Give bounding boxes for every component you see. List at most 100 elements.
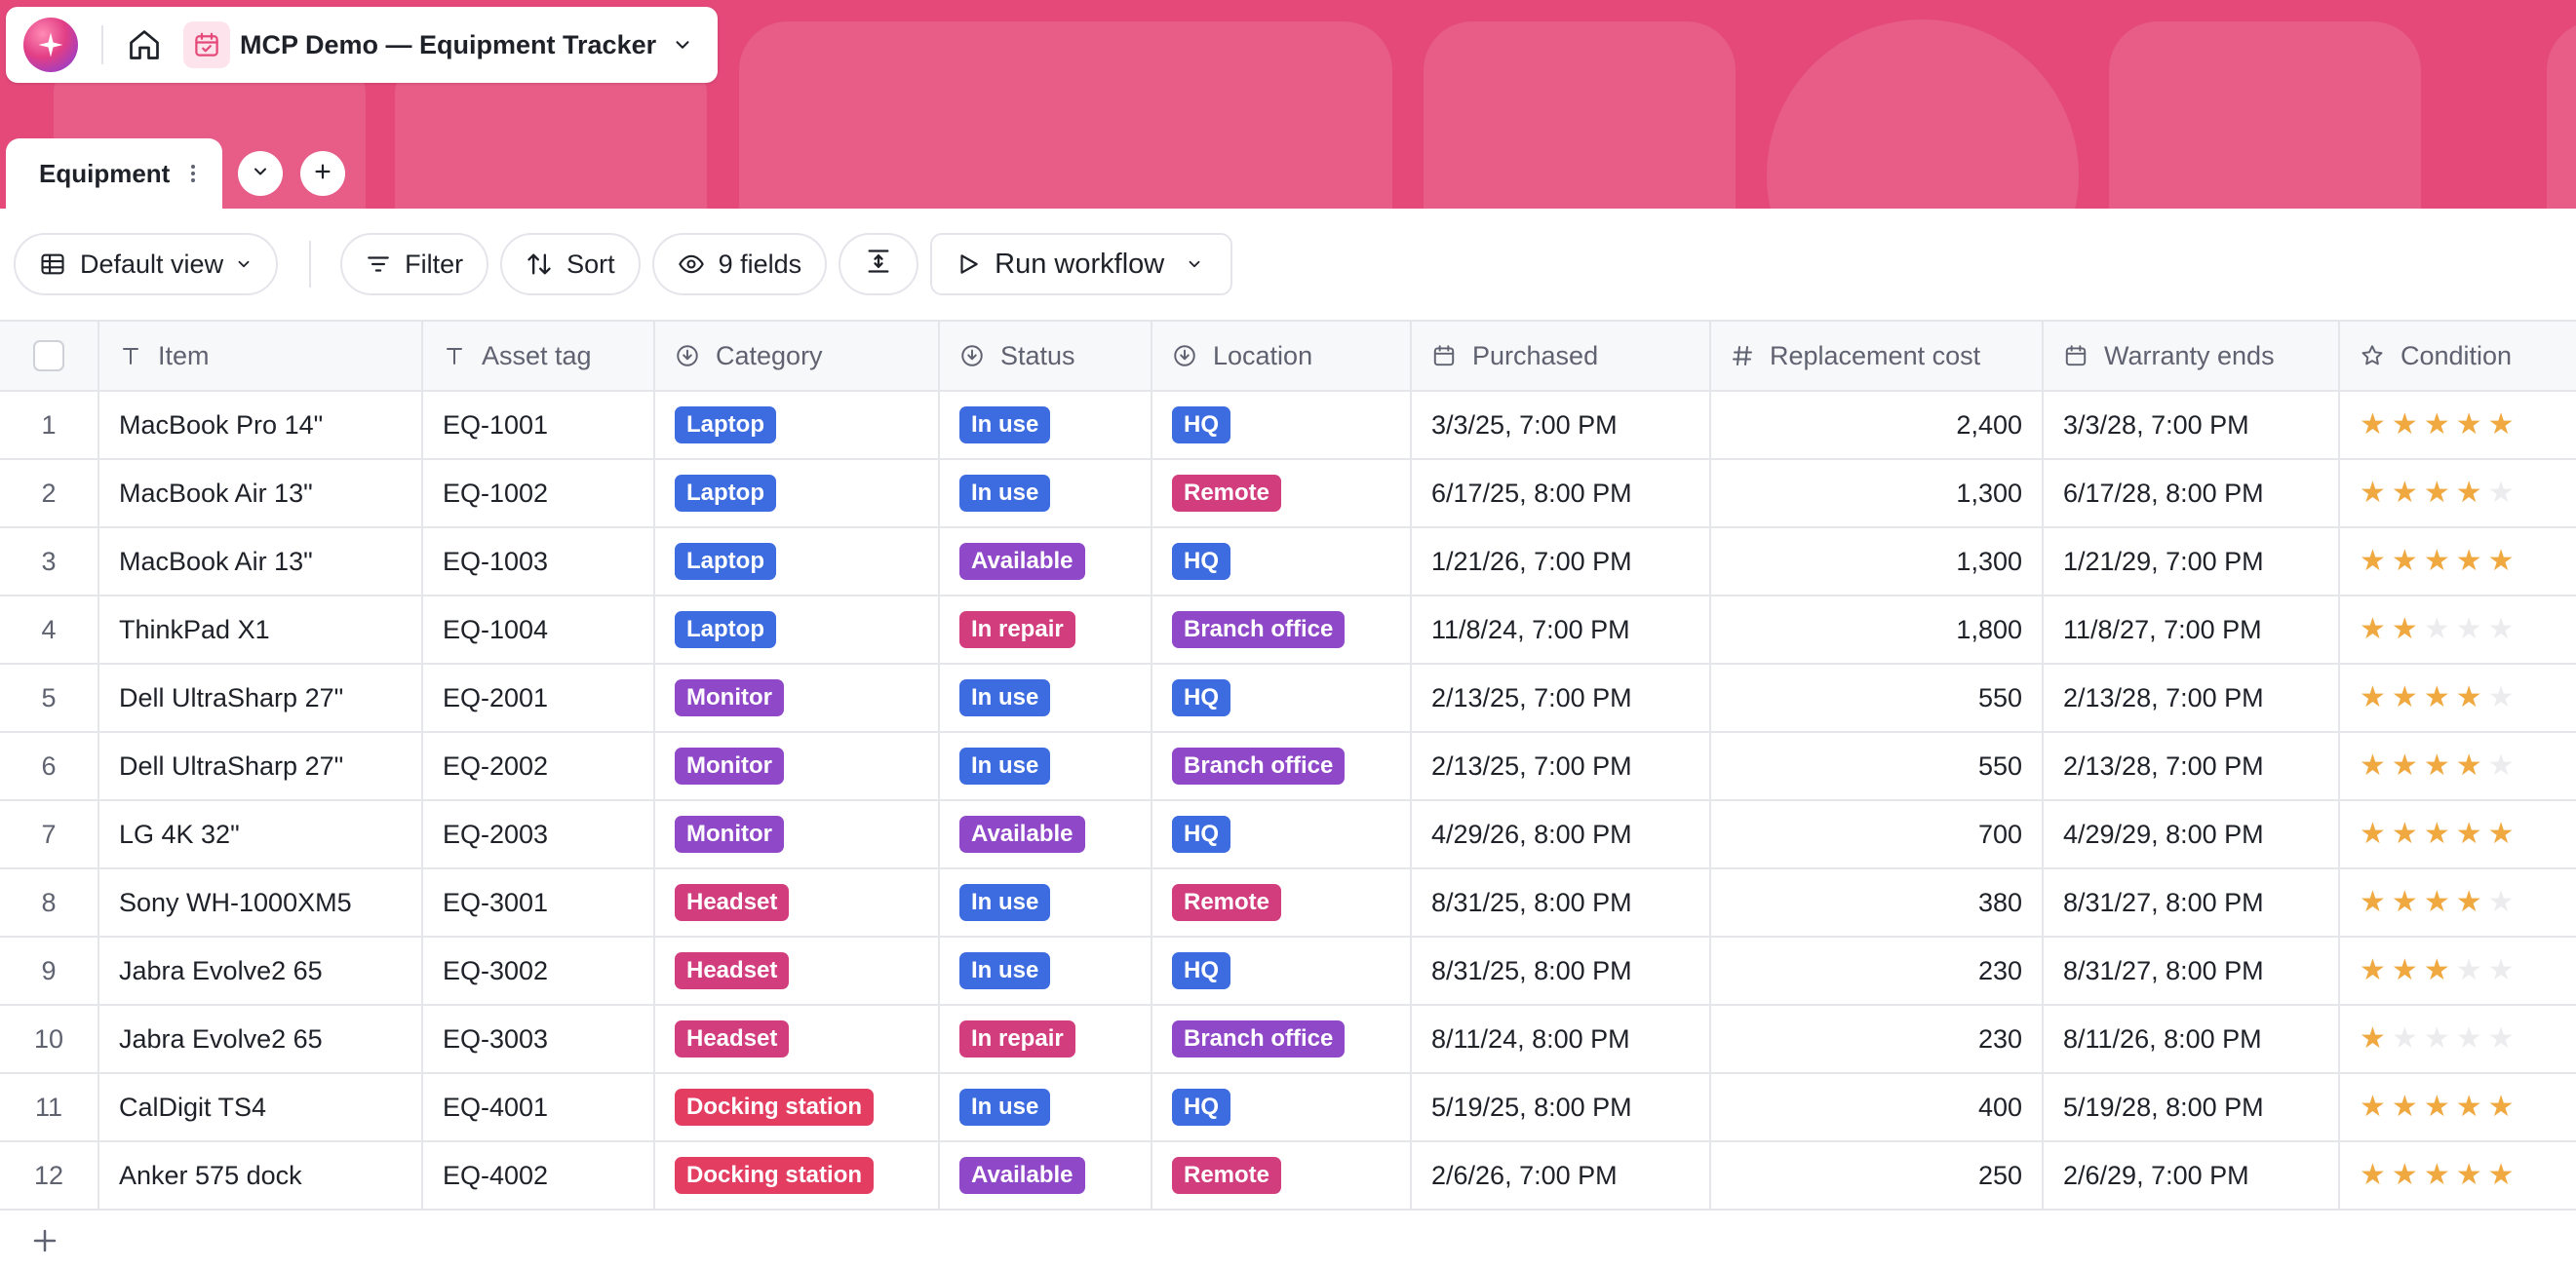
cell-asset-tag[interactable]: EQ-1002 (423, 460, 655, 526)
cell-replacement-cost[interactable]: 1,800 (1711, 596, 2044, 663)
cell-asset-tag[interactable]: EQ-1004 (423, 596, 655, 663)
add-record-button[interactable] (27, 1225, 62, 1260)
cell-location[interactable]: Remote (1152, 869, 1412, 936)
cell-status[interactable]: Available (940, 801, 1152, 867)
cell-condition[interactable]: ★ ★ ★ ★ ★ (2340, 665, 2576, 731)
cell-warranty-ends[interactable]: 2/13/28, 7:00 PM (2044, 733, 2340, 799)
cell-condition[interactable]: ★ ★ ★ ★ ★ (2340, 460, 2576, 526)
star-empty-icon[interactable]: ★ (2488, 479, 2515, 508)
column-header-purchased[interactable]: Purchased (1412, 322, 1711, 390)
column-header-category[interactable]: Category (655, 322, 940, 390)
table-row[interactable]: 9 Jabra Evolve2 65 EQ-3002 Headset In use HQ 8… (0, 938, 2576, 1006)
star-filled-icon[interactable]: ★ (2424, 410, 2450, 440)
cell-location[interactable]: Remote (1152, 460, 1412, 526)
star-filled-icon[interactable]: ★ (2488, 410, 2515, 440)
cell-item[interactable]: Dell UltraSharp 27" (99, 665, 423, 731)
cell-location[interactable]: HQ (1152, 801, 1412, 867)
star-filled-icon[interactable]: ★ (2392, 410, 2418, 440)
star-filled-icon[interactable]: ★ (2424, 820, 2450, 849)
row-number[interactable]: 4 (0, 596, 99, 663)
star-empty-icon[interactable]: ★ (2488, 751, 2515, 781)
run-workflow-button[interactable]: Run workflow (930, 233, 1233, 295)
star-empty-icon[interactable]: ★ (2392, 1024, 2418, 1054)
star-filled-icon[interactable]: ★ (2424, 888, 2450, 917)
star-filled-icon[interactable]: ★ (2392, 1093, 2418, 1122)
cell-warranty-ends[interactable]: 8/11/26, 8:00 PM (2044, 1006, 2340, 1072)
cell-category[interactable]: Docking station (655, 1142, 940, 1209)
cell-asset-tag[interactable]: EQ-2001 (423, 665, 655, 731)
cell-location[interactable]: HQ (1152, 528, 1412, 595)
cell-location[interactable]: Remote (1152, 1142, 1412, 1209)
star-filled-icon[interactable]: ★ (2456, 820, 2482, 849)
table-row[interactable]: 5 Dell UltraSharp 27" EQ-2001 Monitor In use… (0, 665, 2576, 733)
star-filled-icon[interactable]: ★ (2392, 1161, 2418, 1190)
cell-warranty-ends[interactable]: 1/21/29, 7:00 PM (2044, 528, 2340, 595)
cell-status[interactable]: In use (940, 733, 1152, 799)
cell-replacement-cost[interactable]: 250 (1711, 1142, 2044, 1209)
cell-purchased[interactable]: 3/3/25, 7:00 PM (1412, 392, 1711, 458)
cell-asset-tag[interactable]: EQ-3001 (423, 869, 655, 936)
star-filled-icon[interactable]: ★ (2424, 1093, 2450, 1122)
column-header-asset-tag[interactable]: Asset tag (423, 322, 655, 390)
cell-purchased[interactable]: 11/8/24, 7:00 PM (1412, 596, 1711, 663)
star-filled-icon[interactable]: ★ (2392, 751, 2418, 781)
table-row[interactable]: 3 MacBook Air 13" EQ-1003 Laptop Available HQ… (0, 528, 2576, 596)
star-filled-icon[interactable]: ★ (2360, 956, 2386, 985)
cell-replacement-cost[interactable]: 550 (1711, 665, 2044, 731)
table-row[interactable]: 8 Sony WH-1000XM5 EQ-3001 Headset In use Remo… (0, 869, 2576, 938)
star-filled-icon[interactable]: ★ (2360, 547, 2386, 576)
star-filled-icon[interactable]: ★ (2392, 615, 2418, 644)
star-filled-icon[interactable]: ★ (2456, 1161, 2482, 1190)
cell-item[interactable]: MacBook Air 13" (99, 460, 423, 526)
cell-category[interactable]: Headset (655, 869, 940, 936)
cell-replacement-cost[interactable]: 550 (1711, 733, 2044, 799)
star-empty-icon[interactable]: ★ (2488, 683, 2515, 712)
column-header-warranty-ends[interactable]: Warranty ends (2044, 322, 2340, 390)
row-height-button[interactable] (839, 233, 919, 295)
table-row[interactable]: 1 MacBook Pro 14" EQ-1001 Laptop In use HQ 3/3… (0, 392, 2576, 460)
row-number[interactable]: 2 (0, 460, 99, 526)
cell-category[interactable]: Docking station (655, 1074, 940, 1140)
cell-location[interactable]: HQ (1152, 665, 1412, 731)
cell-purchased[interactable]: 1/21/26, 7:00 PM (1412, 528, 1711, 595)
tables-dropdown-button[interactable] (238, 151, 283, 196)
star-filled-icon[interactable]: ★ (2360, 479, 2386, 508)
cell-asset-tag[interactable]: EQ-3002 (423, 938, 655, 1004)
cell-status[interactable]: In use (940, 460, 1152, 526)
cell-category[interactable]: Laptop (655, 528, 940, 595)
star-filled-icon[interactable]: ★ (2392, 479, 2418, 508)
cell-warranty-ends[interactable]: 3/3/28, 7:00 PM (2044, 392, 2340, 458)
cell-category[interactable]: Laptop (655, 460, 940, 526)
star-filled-icon[interactable]: ★ (2360, 1024, 2386, 1054)
table-row[interactable]: 2 MacBook Air 13" EQ-1002 Laptop In use Remot… (0, 460, 2576, 528)
cell-status[interactable]: In use (940, 1074, 1152, 1140)
star-filled-icon[interactable]: ★ (2488, 820, 2515, 849)
cell-condition[interactable]: ★ ★ ★ ★ ★ (2340, 938, 2576, 1004)
cell-location[interactable]: HQ (1152, 392, 1412, 458)
table-row[interactable]: 6 Dell UltraSharp 27" EQ-2002 Monitor In use… (0, 733, 2576, 801)
cell-purchased[interactable]: 2/13/25, 7:00 PM (1412, 733, 1711, 799)
cell-status[interactable]: In repair (940, 1006, 1152, 1072)
table-row[interactable]: 7 LG 4K 32" EQ-2003 Monitor Available HQ 4/29/… (0, 801, 2576, 869)
cell-replacement-cost[interactable]: 230 (1711, 938, 2044, 1004)
cell-condition[interactable]: ★ ★ ★ ★ ★ (2340, 528, 2576, 595)
star-filled-icon[interactable]: ★ (2456, 479, 2482, 508)
cell-asset-tag[interactable]: EQ-4002 (423, 1142, 655, 1209)
base-title[interactable]: MCP Demo — Equipment Tracker (240, 30, 656, 60)
cell-replacement-cost[interactable]: 230 (1711, 1006, 2044, 1072)
cell-condition[interactable]: ★ ★ ★ ★ ★ (2340, 801, 2576, 867)
cell-replacement-cost[interactable]: 380 (1711, 869, 2044, 936)
cell-purchased[interactable]: 2/6/26, 7:00 PM (1412, 1142, 1711, 1209)
star-filled-icon[interactable]: ★ (2456, 410, 2482, 440)
cell-item[interactable]: Jabra Evolve2 65 (99, 1006, 423, 1072)
cell-category[interactable]: Monitor (655, 665, 940, 731)
cell-status[interactable]: Available (940, 528, 1152, 595)
cell-location[interactable]: Branch office (1152, 733, 1412, 799)
cell-condition[interactable]: ★ ★ ★ ★ ★ (2340, 1074, 2576, 1140)
cell-warranty-ends[interactable]: 2/6/29, 7:00 PM (2044, 1142, 2340, 1209)
star-filled-icon[interactable]: ★ (2360, 1093, 2386, 1122)
cell-location[interactable]: Branch office (1152, 1006, 1412, 1072)
column-header-condition[interactable]: Condition (2340, 322, 2576, 390)
cell-warranty-ends[interactable]: 2/13/28, 7:00 PM (2044, 665, 2340, 731)
star-empty-icon[interactable]: ★ (2424, 615, 2450, 644)
